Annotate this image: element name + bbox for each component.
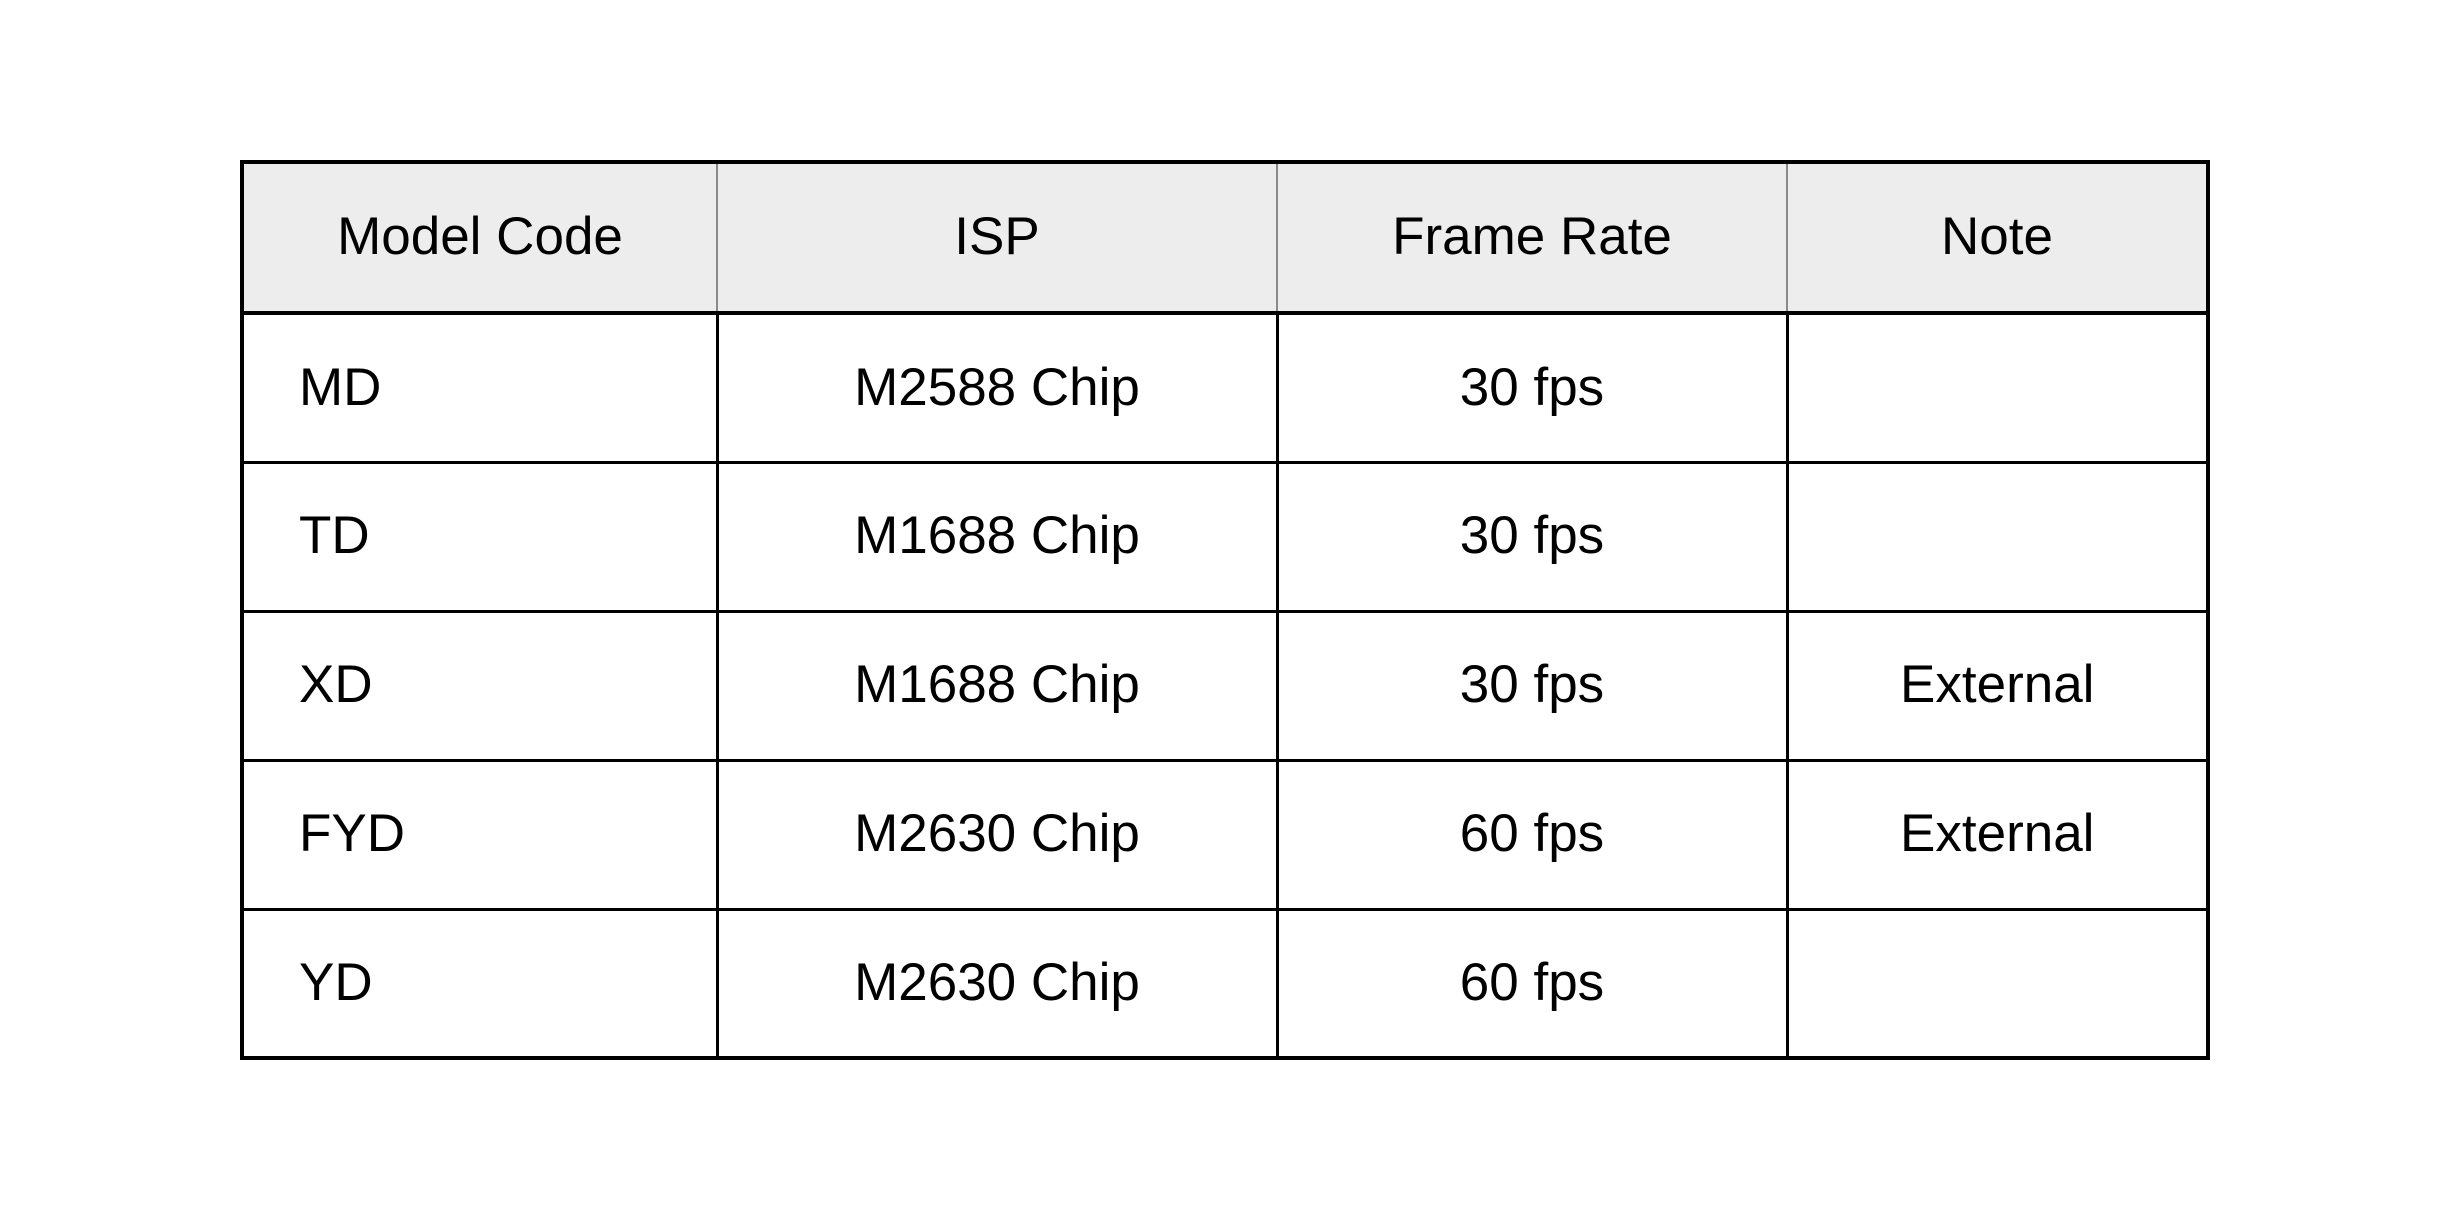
cell-note	[1785, 462, 2210, 613]
column-header-isp: ISP	[716, 160, 1278, 315]
cell-model-code: YD	[240, 909, 719, 1060]
table-row: MD M2588 Chip 30 fps	[240, 313, 2210, 464]
model-spec-table: Model Code ISP Frame Rate Note MD M2588 …	[240, 160, 2210, 1060]
cell-note	[1785, 909, 2210, 1060]
page-canvas: Model Code ISP Frame Rate Note MD M2588 …	[0, 0, 2443, 1222]
cell-frame-rate: 60 fps	[1275, 760, 1789, 911]
column-header-note: Note	[1786, 160, 2210, 315]
table-header: Model Code ISP Frame Rate Note	[240, 160, 2210, 315]
cell-model-code: XD	[240, 611, 719, 762]
cell-frame-rate: 30 fps	[1275, 611, 1789, 762]
cell-isp: M1688 Chip	[715, 611, 1279, 762]
cell-frame-rate: 30 fps	[1275, 462, 1789, 613]
cell-isp: M2630 Chip	[715, 909, 1279, 1060]
table-row: YD M2630 Chip 60 fps	[240, 909, 2210, 1060]
cell-note: External	[1785, 760, 2210, 911]
cell-isp: M1688 Chip	[715, 462, 1279, 613]
cell-model-code: FYD	[240, 760, 719, 911]
cell-note	[1785, 313, 2210, 464]
cell-model-code: TD	[240, 462, 719, 613]
cell-model-code: MD	[240, 313, 719, 464]
table-row: FYD M2630 Chip 60 fps External	[240, 760, 2210, 911]
cell-isp: M2630 Chip	[715, 760, 1279, 911]
table-body: MD M2588 Chip 30 fps TD M1688 Chip 30 fp…	[240, 313, 2210, 1060]
cell-frame-rate: 60 fps	[1275, 909, 1789, 1060]
table-row: XD M1688 Chip 30 fps External	[240, 611, 2210, 762]
cell-isp: M2588 Chip	[715, 313, 1279, 464]
cell-note: External	[1785, 611, 2210, 762]
column-header-frame-rate: Frame Rate	[1276, 160, 1788, 315]
cell-frame-rate: 30 fps	[1275, 313, 1789, 464]
table-header-row: Model Code ISP Frame Rate Note	[240, 160, 2210, 315]
table-row: TD M1688 Chip 30 fps	[240, 462, 2210, 613]
column-header-model-code: Model Code	[240, 160, 718, 315]
